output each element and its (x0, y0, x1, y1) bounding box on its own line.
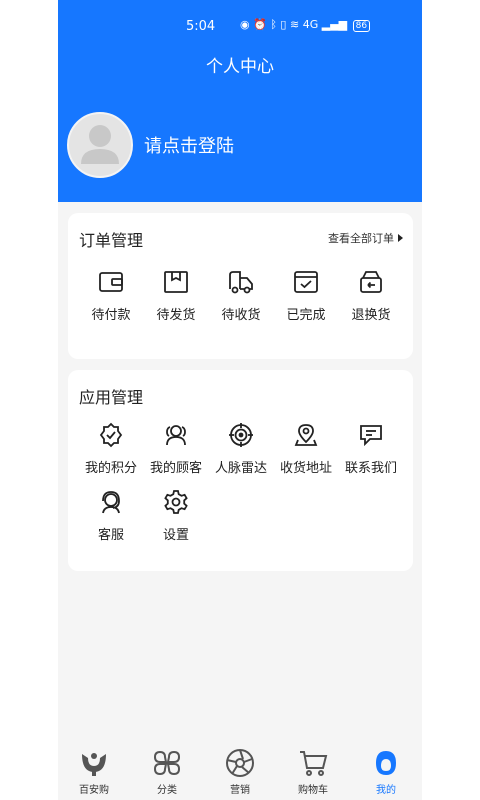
status-bar: 5:04 ◉ ⏰ ᛒ ▯ ≋ 4G ▂▄▆ 86 (58, 0, 422, 34)
app-customer-service[interactable]: 客服 (78, 489, 144, 543)
order-item-label: 待发货 (156, 308, 196, 323)
location-pin-icon (294, 424, 318, 446)
tab-home[interactable]: 百安购 (58, 748, 130, 796)
order-item-label: 退换货 (351, 308, 391, 323)
app-my-points[interactable]: 我的积分 (78, 422, 144, 476)
view-all-orders-label: 查看全部订单 (328, 232, 394, 245)
wifi-icon: ≋ (289, 18, 300, 31)
tab-label: 我的 (376, 785, 396, 796)
app-contact-radar[interactable]: 人脉雷达 (208, 422, 274, 476)
home-logo-icon (82, 753, 106, 776)
app-contact-us[interactable]: 联系我们 (338, 422, 404, 476)
checked-box-icon (294, 271, 318, 293)
status-icons: ◉ ⏰ ᛒ ▯ ≋ 4G ▂▄▆ 86 (240, 18, 371, 32)
network-type: 4G (302, 18, 319, 31)
order-returns[interactable]: 退换货 (338, 269, 404, 323)
tab-label: 百安购 (79, 785, 109, 796)
status-time: 5:04 (186, 19, 216, 34)
order-item-label: 待收货 (221, 308, 261, 323)
battery-level: 86 (352, 20, 371, 32)
app-item-label: 设置 (162, 528, 189, 543)
tab-cart[interactable]: 购物车 (277, 748, 349, 796)
signal-icon: ▂▄▆ (321, 18, 348, 31)
app-item-label: 人脉雷达 (214, 461, 267, 476)
package-icon (164, 271, 188, 293)
order-pending-payment[interactable]: 待付款 (78, 269, 144, 323)
order-completed[interactable]: 已完成 (273, 269, 339, 323)
tab-label: 营销 (230, 785, 250, 796)
chevron-right-icon (398, 234, 403, 242)
tab-profile[interactable]: 我的 (350, 748, 422, 796)
order-item-label: 已完成 (286, 308, 326, 323)
eye-icon: ◉ (240, 18, 250, 31)
app-management-card: 应用管理 我的积分 我的顾客 人脉雷达 收货地址 联系我们 客服 设置 (68, 370, 413, 571)
marketing-icon (226, 749, 254, 777)
order-pending-receipt[interactable]: 待收货 (208, 269, 274, 323)
app-management-title: 应用管理 (79, 388, 144, 407)
app-item-label: 客服 (97, 528, 124, 543)
app-shipping-address[interactable]: 收货地址 (273, 422, 339, 476)
tab-category[interactable]: 分类 (131, 748, 203, 796)
customer-service-icon (102, 491, 120, 514)
app-settings[interactable]: 设置 (143, 489, 209, 543)
category-icon (153, 750, 181, 776)
login-prompt[interactable]: 请点击登陆 (144, 132, 234, 158)
tab-marketing[interactable]: 营销 (204, 748, 276, 796)
cart-icon (300, 751, 328, 776)
tab-label: 购物车 (298, 785, 328, 796)
user-placeholder-icon (81, 125, 119, 164)
order-item-label: 待付款 (91, 308, 131, 323)
wallet-icon (99, 272, 123, 292)
order-management-card: 订单管理 查看全部订单 待付款 待发货 待收货 已完成 退换货 (68, 213, 413, 359)
profile-header: 5:04 ◉ ⏰ ᛒ ▯ ≋ 4G ▂▄▆ 86 个人中心 请点击登陆 (58, 0, 422, 202)
order-pending-shipment[interactable]: 待发货 (143, 269, 209, 323)
page-title: 个人中心 (206, 57, 274, 77)
bottom-tab-bar: 百安购 分类 营销 购物车 我的 (58, 742, 422, 800)
vibrate-icon: ▯ (280, 18, 287, 31)
view-all-orders-link[interactable]: 查看全部订单 (328, 230, 403, 246)
delivery-truck-icon (229, 271, 253, 294)
app-item-label: 收货地址 (279, 461, 332, 476)
bluetooth-icon: ᛒ (270, 18, 277, 31)
app-frame: 5:04 ◉ ⏰ ᛒ ▯ ≋ 4G ▂▄▆ 86 个人中心 请点击登陆 订单管理… (58, 0, 422, 800)
return-box-icon (360, 271, 382, 293)
app-my-customers[interactable]: 我的顾客 (143, 422, 209, 476)
profile-icon (376, 751, 396, 775)
alarm-icon: ⏰ (253, 18, 267, 31)
gear-icon (164, 490, 188, 514)
tab-label: 分类 (157, 785, 177, 796)
points-badge-icon (99, 422, 123, 448)
chat-icon (360, 425, 382, 447)
app-item-label: 联系我们 (344, 461, 397, 476)
radar-icon (229, 423, 253, 447)
avatar[interactable] (67, 112, 133, 178)
app-item-label: 我的积分 (84, 461, 137, 476)
order-management-title: 订单管理 (79, 231, 144, 250)
screen: 5:04 ◉ ⏰ ᛒ ▯ ≋ 4G ▂▄▆ 86 个人中心 请点击登陆 订单管理… (0, 0, 480, 800)
app-item-label: 我的顾客 (149, 461, 202, 476)
customers-icon (166, 425, 186, 446)
